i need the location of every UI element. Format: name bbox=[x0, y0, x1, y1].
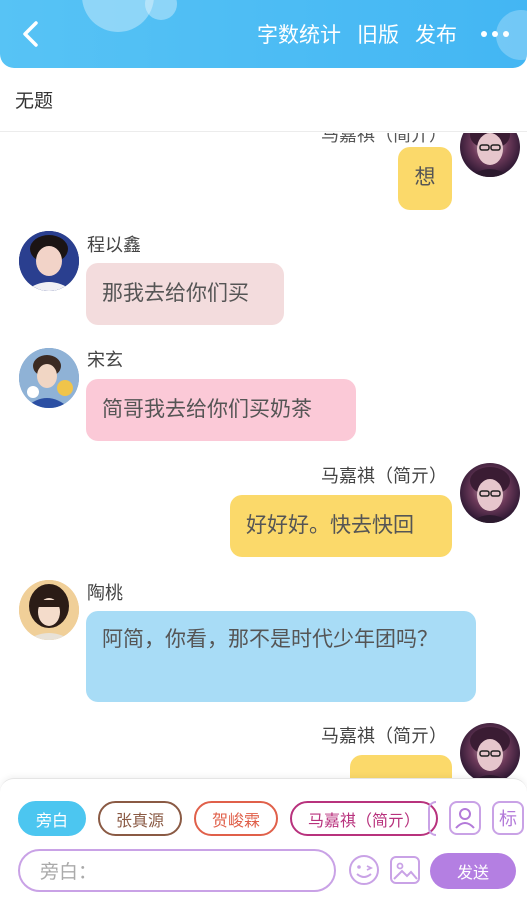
sender-name: 马嘉祺（简亓） bbox=[321, 466, 447, 487]
more-icon[interactable] bbox=[481, 31, 509, 37]
image-icon bbox=[390, 856, 420, 884]
add-character-button[interactable] bbox=[449, 801, 481, 835]
smiley-icon bbox=[349, 855, 379, 885]
message-bubble[interactable]: 想 bbox=[398, 147, 452, 210]
sender-name: 陶桃 bbox=[87, 583, 123, 604]
top-bar: 字数统计 旧版 发布 bbox=[0, 0, 527, 68]
chip-character[interactable]: 马嘉祺（简亓） bbox=[290, 801, 439, 836]
header-actions: 字数统计 旧版 发布 bbox=[257, 0, 509, 68]
avatar[interactable] bbox=[460, 723, 520, 780]
chip-label: 贺峻霖 bbox=[212, 810, 261, 830]
chip-label: 张真源 bbox=[116, 810, 165, 830]
decorative-bubble bbox=[82, 0, 154, 32]
avatar-portrait-icon bbox=[470, 467, 510, 523]
message-input[interactable]: 旁白： bbox=[18, 849, 336, 892]
message-input-placeholder: 旁白： bbox=[40, 861, 98, 883]
image-button[interactable] bbox=[389, 853, 421, 887]
sender-name: 马嘉祺（简亓） bbox=[321, 133, 447, 146]
avatar-portrait-icon bbox=[19, 580, 79, 640]
avatar[interactable] bbox=[19, 231, 79, 291]
message-bubble[interactable] bbox=[350, 755, 452, 780]
chip-label: 旁白 bbox=[36, 810, 69, 830]
message-bubble[interactable]: 好好好。快去快回 bbox=[230, 495, 452, 557]
sender-name: 马嘉祺（简亓） bbox=[321, 726, 447, 747]
avatar-portrait-icon bbox=[470, 727, 510, 780]
publish-button[interactable]: 发布 bbox=[415, 19, 457, 49]
chip-overflow-edge bbox=[428, 801, 436, 836]
avatar[interactable] bbox=[19, 580, 79, 640]
emoji-button[interactable] bbox=[347, 853, 381, 887]
avatar[interactable] bbox=[19, 348, 79, 408]
send-button-label: 发送 bbox=[456, 863, 489, 882]
chip-character[interactable]: 贺峻霖 bbox=[194, 801, 279, 836]
story-title[interactable]: 无题 bbox=[0, 68, 527, 132]
message-bubble[interactable]: 那我去给你们买 bbox=[86, 263, 284, 325]
word-count-button[interactable]: 字数统计 bbox=[257, 19, 341, 49]
avatar[interactable] bbox=[460, 133, 520, 177]
message-bubble[interactable]: 阿简，你看，那不是时代少年团吗？ bbox=[86, 611, 476, 702]
chat-area[interactable]: 马嘉祺（简亓） 想 程以鑫 那我去给你们买 宋玄 简哥我去给你们买奶茶 马嘉祺（… bbox=[0, 133, 527, 780]
person-icon bbox=[455, 808, 475, 829]
chip-label: 马嘉祺（简亓） bbox=[308, 810, 421, 830]
chevron-left-icon bbox=[23, 21, 38, 47]
old-version-button[interactable]: 旧版 bbox=[357, 19, 399, 49]
tag-button[interactable]: 标 bbox=[492, 801, 524, 835]
chip-character[interactable]: 张真源 bbox=[98, 801, 183, 836]
decorative-bubble bbox=[145, 0, 177, 20]
avatar[interactable] bbox=[460, 463, 520, 523]
avatar-portrait-icon bbox=[470, 133, 510, 177]
chip-narration[interactable]: 旁白 bbox=[18, 801, 87, 836]
send-button[interactable]: 发送 bbox=[430, 853, 516, 889]
message-bubble[interactable]: 简哥我去给你们买奶茶 bbox=[86, 379, 356, 441]
sender-name: 程以鑫 bbox=[87, 235, 141, 256]
avatar-portrait-icon bbox=[19, 348, 79, 408]
story-title-text: 无题 bbox=[15, 90, 54, 112]
sender-name: 宋玄 bbox=[87, 350, 123, 371]
character-chips: 旁白 张真源 贺峻霖 马嘉祺（简亓） bbox=[18, 801, 439, 837]
avatar-portrait-icon bbox=[19, 231, 79, 291]
tag-button-label: 标 bbox=[499, 809, 517, 830]
app-root: 字数统计 旧版 发布 无题 马嘉祺（简亓） 想 程以鑫 那我去给你们买 宋玄 简… bbox=[0, 0, 527, 916]
compose-panel: 旁白 张真源 贺峻霖 马嘉祺（简亓） 标 旁白： 发送 bbox=[0, 778, 527, 916]
back-button[interactable] bbox=[14, 18, 46, 50]
